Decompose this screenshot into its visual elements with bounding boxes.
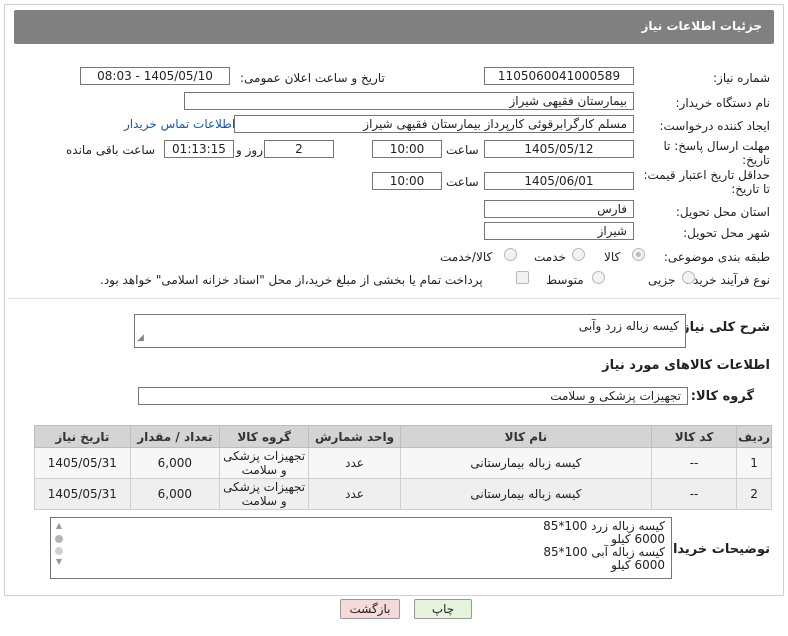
table-header-row: ردیف کد کالا نام کالا واحد شمارش گروه کا… — [34, 425, 772, 448]
days-label: روز و — [236, 143, 263, 157]
price-time-field: 10:00 — [372, 172, 442, 190]
reply-deadline-label-2: تاریخ: — [742, 153, 770, 167]
buyer-notes-textarea[interactable]: کیسه زباله زرد 100*85 6000 کیلو کیسه زبا… — [50, 517, 672, 579]
resize-handle-icon[interactable]: ◢ — [137, 329, 144, 347]
buyer-org-field: بیمارستان فقیهی شیراز — [184, 92, 634, 110]
notes-scrollbar[interactable]: ▲ ▼ — [54, 521, 64, 575]
treasury-payment-checkbox[interactable] — [516, 271, 529, 284]
page-header: جزئیات اطلاعات نیاز — [14, 10, 774, 44]
cell-row: 2 — [736, 478, 772, 510]
treasury-payment-note: پرداخت تمام یا بخشی از مبلغ خرید،از محل … — [100, 273, 483, 287]
cell-name: کیسه زباله بیمارستانی — [399, 478, 653, 510]
creator-field: مسلم کارگرابرقوئی کارپرداز بیمارستان فقی… — [234, 115, 634, 133]
process-radio-medium[interactable] — [592, 271, 605, 284]
need-number-field: 1105060041000589 — [484, 67, 634, 85]
cell-code: -- — [650, 447, 738, 479]
scroll-up-icon[interactable]: ▲ — [54, 521, 64, 531]
cell-unit: عدد — [308, 478, 401, 510]
price-time-label: ساعت — [446, 175, 479, 189]
col-group: گروه کالا — [218, 425, 310, 448]
table-row: 2 -- کیسه زباله بیمارستانی عدد تجهیزات پ… — [34, 478, 772, 510]
cell-date: 1405/05/31 — [34, 478, 131, 510]
need-number-label: شماره نیاز: — [713, 71, 770, 85]
cell-qty: 6,000 — [129, 447, 220, 479]
category-radio-goods-service[interactable] — [504, 248, 517, 261]
province-label: استان محل تحویل: — [675, 205, 770, 219]
process-label: نوع فرآیند خرید : — [685, 273, 770, 287]
goods-group-field: تجهیزات پزشکی و سلامت — [138, 387, 688, 405]
city-label: شهر محل تحویل: — [683, 226, 770, 240]
buyer-org-label: نام دستگاه خریدار: — [675, 96, 771, 110]
divider — [8, 298, 780, 299]
back-button[interactable]: بازگشت — [340, 599, 400, 619]
table-row: 1 -- کیسه زباله بیمارستانی عدد تجهیزات پ… — [34, 447, 772, 479]
scroll-down-icon[interactable]: ▼ — [54, 557, 64, 567]
note-line: کیسه زباله آبی 100*85 — [543, 545, 665, 559]
reply-date-field: 1405/05/12 — [484, 140, 634, 158]
price-date-field: 1405/06/01 — [484, 172, 634, 190]
city-field: شیراز — [484, 222, 634, 240]
creator-label: ایجاد کننده درخواست: — [659, 119, 770, 133]
col-date: تاریخ نیاز — [34, 425, 131, 448]
page-title: جزئیات اطلاعات نیاز — [641, 19, 762, 33]
reply-deadline-label: مهلت ارسال پاسخ: تا — [663, 139, 770, 153]
items-table: ردیف کد کالا نام کالا واحد شمارش گروه کا… — [34, 425, 772, 510]
process-option-medium: متوسط — [546, 273, 584, 287]
cell-group: تجهیزات پزشکی و سلامت — [218, 478, 310, 510]
goods-section-title: اطلاعات کالاهای مورد نیاز — [602, 358, 770, 373]
col-row: ردیف — [736, 425, 772, 448]
cell-qty: 6,000 — [129, 478, 220, 510]
cell-unit: عدد — [308, 447, 401, 479]
col-unit: واحد شمارش — [308, 425, 401, 448]
reply-time-label: ساعت — [446, 143, 479, 157]
category-option-service: خدمت — [534, 250, 566, 264]
price-validity-label: حداقل تاریخ اعتبار قیمت: — [643, 168, 770, 182]
buyer-notes-label: توضیحات خریدار: — [660, 542, 770, 557]
cell-row: 1 — [736, 447, 772, 479]
cell-group: تجهیزات پزشکی و سلامت — [218, 447, 310, 479]
days-remaining-field: 2 — [264, 140, 334, 158]
time-remaining-field: 01:13:15 — [164, 140, 234, 158]
col-qty: تعداد / مقدار — [129, 425, 220, 448]
col-name: نام کالا — [399, 425, 653, 448]
cell-name: کیسه زباله بیمارستانی — [399, 447, 653, 479]
time-remaining-label: ساعت باقی مانده — [66, 143, 156, 157]
print-button[interactable]: چاپ — [414, 599, 472, 619]
announce-datetime-field: 1405/05/10 - 08:03 — [80, 67, 230, 85]
category-radio-goods[interactable] — [632, 248, 645, 261]
cell-code: -- — [650, 478, 738, 510]
col-code: کد کالا — [650, 425, 738, 448]
note-line: کیسه زباله زرد 100*85 — [543, 519, 665, 533]
category-label: طبقه بندی موضوعی: — [663, 250, 770, 264]
scroll-thumb[interactable] — [55, 535, 63, 543]
goods-group-label: گروه کالا: — [690, 389, 754, 404]
process-option-minor: جزیی — [648, 273, 676, 287]
cell-date: 1405/05/31 — [34, 447, 131, 479]
category-option-goods-service: کالا/خدمت — [440, 250, 493, 264]
category-option-goods: کالا — [604, 250, 621, 264]
reply-time-field: 10:00 — [372, 140, 442, 158]
price-validity-label-2: تا تاریخ: — [731, 182, 770, 196]
scroll-thumb-secondary — [55, 547, 63, 555]
province-field: فارس — [484, 200, 634, 218]
summary-label: شرح کلی نیاز: — [676, 320, 770, 335]
process-radio-minor[interactable] — [682, 271, 695, 284]
category-radio-service[interactable] — [572, 248, 585, 261]
note-line: 6000 کیلو — [611, 558, 665, 572]
buyer-contact-link[interactable]: اطلاعات تماس خریدار — [124, 117, 235, 131]
summary-textarea[interactable]: کیسه زباله زرد وآبی ◢ — [134, 314, 686, 348]
announce-label: تاریخ و ساعت اعلان عمومی: — [240, 71, 385, 85]
